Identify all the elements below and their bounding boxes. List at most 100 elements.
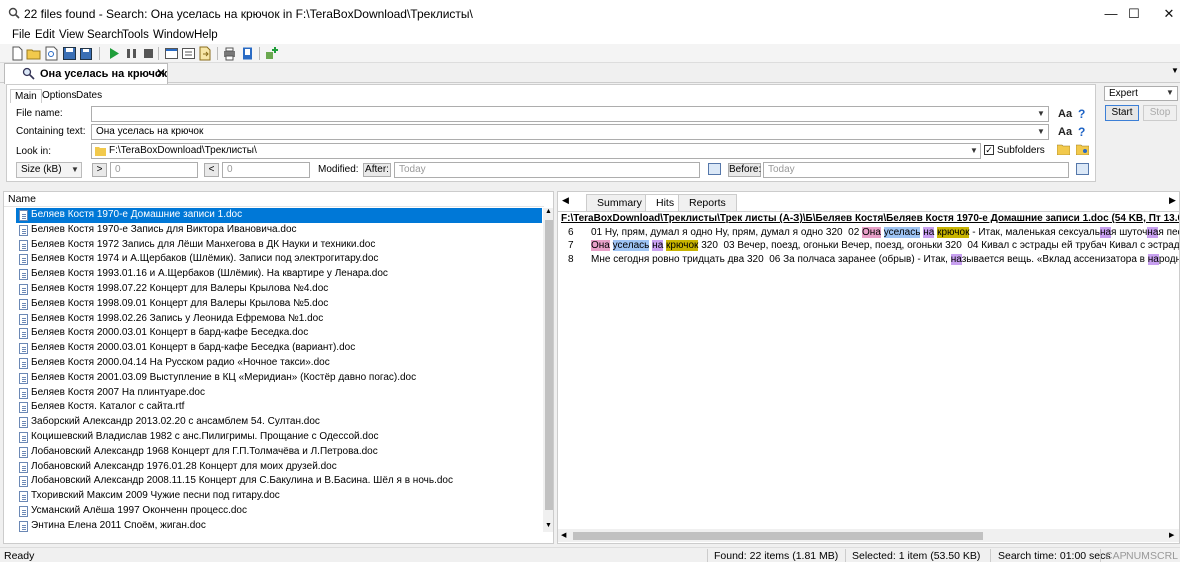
hit-file-path[interactable]: F:\TeraBoxDownload\Треклисты\Трек листы … (561, 213, 1179, 224)
file-row[interactable]: Энтина Елена 2011 Споём, жиган.doc (16, 519, 541, 534)
match-case-icon[interactable]: Aa (1058, 108, 1072, 120)
file-row[interactable]: Беляев Костя 1998.07.22 Концерт для Вале… (16, 282, 541, 297)
search-page-icon[interactable] (44, 46, 59, 61)
file-row[interactable]: Коцишевский Владислав 1982 с анс.Пилигри… (16, 430, 541, 445)
scroll-left-icon[interactable]: ◀ (561, 531, 566, 539)
menu-edit[interactable]: Edit (35, 29, 55, 41)
scroll-up-icon[interactable]: ▲ (545, 208, 552, 215)
help-icon[interactable]: ? (1078, 107, 1085, 121)
file-name: Беляев Костя 1998.07.22 Концерт для Вале… (31, 283, 329, 294)
file-name-field[interactable] (91, 106, 1049, 122)
save-icon[interactable] (62, 46, 77, 61)
calendar-icon[interactable] (1076, 163, 1089, 175)
file-row[interactable]: Беляев Костя 1970-е Домашние записи 1.do… (16, 208, 542, 223)
tab-dates[interactable]: Dates (72, 89, 106, 103)
file-row[interactable]: Беляев Костя 1998.09.01 Концерт для Вале… (16, 297, 541, 312)
file-row[interactable]: Лобановский Александр 1968 Концерт для Г… (16, 445, 541, 460)
tab-list-chevron-icon[interactable]: ▼ (1171, 66, 1179, 75)
help-icon[interactable]: ? (1078, 125, 1085, 139)
size-min-field[interactable]: 0 (110, 162, 198, 178)
menu-bar: File Edit View Search Tools Window Help (0, 28, 1180, 44)
scrollbar-thumb[interactable] (545, 220, 553, 510)
arrow-left-icon[interactable]: ◀ (562, 195, 569, 206)
export-icon[interactable] (198, 46, 213, 61)
vertical-scrollbar[interactable]: ▲ ▼ (543, 208, 553, 532)
file-row[interactable]: Беляев Костя 2000.03.01 Концерт в бард-к… (16, 341, 541, 356)
file-row[interactable]: Беляев Костя 1970-е Запись для Виктора И… (16, 223, 541, 238)
start-button[interactable]: Start (1105, 105, 1139, 121)
close-tab-icon[interactable]: ✕ (156, 66, 166, 80)
file-name: Тхоривский Максим 2009 Чужие песни под г… (31, 490, 280, 502)
file-row[interactable]: Беляев Костя 1998.02.26 Запись у Леонида… (16, 312, 541, 327)
size-greater-than-button[interactable]: > (92, 163, 107, 177)
column-header-name[interactable]: Name (4, 192, 544, 207)
tab-summary[interactable]: Summary (586, 194, 653, 211)
horizontal-scrollbar[interactable]: ◀ ▶ (558, 529, 1179, 542)
hit-line-number: 8 (568, 253, 574, 265)
folder-settings-icon[interactable] (1076, 144, 1089, 155)
file-row[interactable]: Тхоривский Максим 2009 Чужие песни под г… (16, 489, 541, 504)
after-date-field[interactable]: Today (394, 162, 700, 178)
after-button[interactable]: After: (363, 163, 391, 177)
scrollbar-thumb[interactable] (573, 532, 983, 540)
add-plugin-icon[interactable] (264, 46, 279, 61)
tab-search-document[interactable]: Она уселась на крючок ✕ (4, 63, 168, 84)
highlighted-term: на (950, 253, 962, 265)
stop-icon[interactable] (141, 46, 156, 61)
chevron-down-icon[interactable]: ▼ (69, 163, 81, 177)
status-found: Found: 22 items (1.81 MB) (714, 550, 839, 562)
tab-main[interactable]: Main (10, 89, 42, 103)
new-icon[interactable] (10, 46, 25, 61)
file-row[interactable]: Усманский Алёша 1997 Оконченн процесс.do… (16, 504, 541, 519)
stop-button[interactable]: Stop (1143, 105, 1177, 121)
menu-view[interactable]: View (59, 29, 84, 41)
report-icon[interactable] (181, 46, 196, 61)
file-row[interactable]: Беляев Костя 2001.03.09 Выступление в КЦ… (16, 371, 541, 386)
calendar-icon[interactable] (708, 163, 721, 175)
tab-reports[interactable]: Reports (678, 194, 737, 211)
menu-help[interactable]: Help (194, 29, 218, 41)
menu-window[interactable]: Window (153, 29, 194, 41)
subfolders-checkbox[interactable]: ✓ (984, 145, 994, 155)
chevron-down-icon[interactable]: ▼ (968, 144, 980, 158)
print-icon[interactable] (222, 46, 237, 61)
chevron-down-icon[interactable]: ▼ (1035, 107, 1047, 121)
file-row[interactable]: Заборский Александр 2013.02.20 с ансамбл… (16, 415, 541, 430)
scroll-right-icon[interactable]: ▶ (1169, 531, 1174, 539)
match-case-icon[interactable]: Aa (1058, 126, 1072, 138)
file-row[interactable]: Беляев Костя 1974 и А.Щербаков (Шлёмик).… (16, 252, 541, 267)
file-row[interactable]: Лобановский Александр 2008.11.15 Концерт… (16, 474, 541, 489)
file-row[interactable]: Беляев Костя 2007 На плинтуаре.doc (16, 386, 541, 401)
divider (990, 549, 991, 562)
file-row[interactable]: Беляев Костя 2000.03.01 Концерт в бард-к… (16, 326, 541, 341)
menu-file[interactable]: File (12, 29, 31, 41)
before-date-field[interactable]: Today (763, 162, 1069, 178)
bookmark-icon[interactable] (240, 46, 255, 61)
window-icon[interactable] (164, 46, 179, 61)
file-row[interactable]: Беляев Костя 2000.04.14 На Русском радио… (16, 356, 541, 371)
size-less-than-button[interactable]: < (204, 163, 219, 177)
file-row[interactable]: Беляев Костя. Каталог с сайта.rtf (16, 400, 541, 415)
open-icon[interactable] (26, 46, 41, 61)
pause-icon[interactable] (124, 46, 139, 61)
chevron-down-icon[interactable]: ▼ (1164, 86, 1176, 100)
modified-label: Modified: (318, 164, 359, 175)
save-as-icon[interactable] (79, 46, 94, 61)
file-row[interactable]: Лобановский Александр 1976.01.28 Концерт… (16, 460, 541, 475)
close-window-button[interactable]: ✕ (1146, 0, 1180, 28)
menu-search[interactable]: Search (87, 29, 123, 41)
file-row[interactable]: Беляев Костя 1993.01.16 и А.Щербаков (Шл… (16, 267, 541, 282)
arrow-right-icon[interactable]: ▶ (1169, 195, 1176, 206)
scroll-down-icon[interactable]: ▼ (545, 522, 552, 529)
play-icon[interactable] (106, 46, 121, 61)
chevron-down-icon[interactable]: ▼ (1035, 125, 1047, 139)
containing-text-field[interactable]: Она уселась на крючок (91, 124, 1049, 140)
text-segment: зывается вещь. «Вклад ассенизатора в (961, 253, 1148, 265)
menu-tools[interactable]: Tools (122, 29, 149, 41)
browse-folder-icon[interactable] (1057, 144, 1070, 155)
look-in-field[interactable]: F:\TeraBoxDownload\Треклисты\ (91, 143, 981, 159)
size-max-field[interactable]: 0 (222, 162, 310, 178)
file-row[interactable]: Беляев Костя 1972 Запись для Лёши Манхег… (16, 238, 541, 253)
document-icon (19, 358, 28, 369)
before-button[interactable]: Before: (728, 163, 761, 177)
